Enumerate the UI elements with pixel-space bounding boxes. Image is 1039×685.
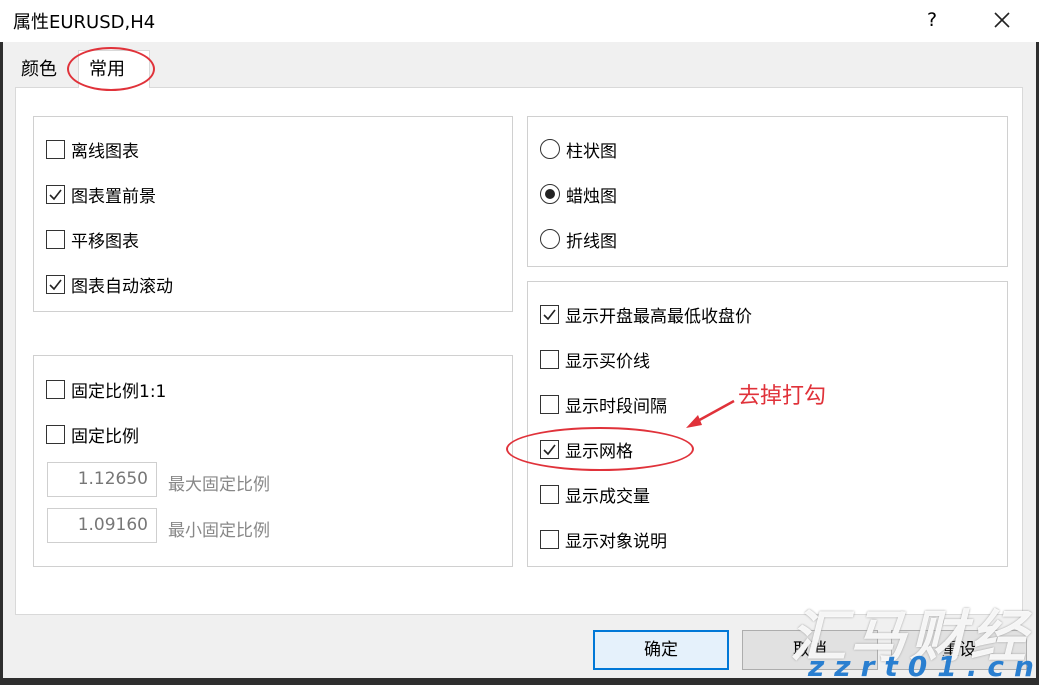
checkbox-box (46, 139, 65, 159)
display-options-group: 显示开盘最高最低收盘价 显示买价线 显示时段间隔 显示网格 显示成交量 显示对象… (527, 281, 1008, 567)
radio-selected-dot (545, 189, 555, 199)
checkbox-label: 固定比例 (71, 426, 139, 447)
radio-circle (540, 139, 560, 159)
window-title: 属性EURUSD,H4 (13, 12, 156, 33)
checkmark-icon (49, 189, 62, 200)
show-ohlc-checkbox[interactable]: 显示开盘最高最低收盘价 (540, 301, 752, 327)
checkbox-label: 显示买价线 (565, 351, 650, 372)
max-fixed-scale-label: 最大固定比例 (168, 475, 270, 495)
show-period-separators-checkbox[interactable]: 显示时段间隔 (540, 391, 667, 417)
chart-options-group: 离线图表 图表置前景 平移图表 图表自动滚动 (33, 116, 513, 312)
checkbox-box (46, 184, 65, 204)
checkbox-label: 固定比例1:1 (71, 381, 167, 402)
checkbox-box (540, 529, 559, 549)
show-volume-checkbox[interactable]: 显示成交量 (540, 481, 650, 507)
tab-color[interactable]: 颜色 (15, 54, 63, 86)
close-icon (994, 12, 1010, 28)
checkbox-label: 显示开盘最高最低收盘价 (565, 306, 752, 327)
annotation-arrow-icon (686, 399, 735, 428)
checkbox-label: 显示成交量 (565, 486, 650, 507)
scale-options-group: 固定比例1:1 固定比例 1.12650 最大固定比例 1.09160 最小固定… (33, 355, 513, 567)
min-fixed-scale-label: 最小固定比例 (168, 521, 270, 541)
checkmark-icon (543, 309, 556, 320)
checkbox-box (46, 379, 65, 399)
checkbox-box (46, 229, 65, 249)
checkbox-box (540, 484, 559, 504)
ok-button[interactable]: 确定 (593, 630, 729, 670)
candlestick-chart-radio[interactable]: 蜡烛图 (540, 181, 617, 207)
radio-label: 柱状图 (566, 141, 617, 162)
radio-circle (540, 184, 560, 204)
offline-chart-checkbox[interactable]: 离线图表 (46, 136, 139, 162)
tab-highlight-ellipse (67, 47, 155, 91)
bar-chart-radio[interactable]: 柱状图 (540, 136, 617, 162)
checkbox-label: 平移图表 (71, 231, 139, 252)
checkmark-icon (49, 279, 62, 290)
checkbox-box (540, 304, 559, 324)
help-button[interactable]: ? (917, 4, 947, 36)
checkbox-label: 图表置前景 (71, 186, 156, 207)
fixed-scale-checkbox[interactable]: 固定比例 (46, 421, 139, 447)
radio-label: 折线图 (566, 231, 617, 252)
checkbox-label: 图表自动滚动 (71, 276, 173, 297)
title-bar: 属性EURUSD,H4 ? (0, 0, 1039, 42)
radio-label: 蜡烛图 (566, 186, 617, 207)
checkbox-box (540, 349, 559, 369)
show-ask-line-checkbox[interactable]: 显示买价线 (540, 346, 650, 372)
max-fixed-scale-input[interactable]: 1.12650 (47, 462, 157, 497)
annotation-text: 去掉打勾 (738, 384, 827, 409)
show-grid-highlight-ellipse (506, 427, 694, 471)
checkbox-box (46, 424, 65, 444)
close-button[interactable] (986, 4, 1018, 36)
show-object-descriptions-checkbox[interactable]: 显示对象说明 (540, 526, 667, 552)
fixed-scale-1to1-checkbox[interactable]: 固定比例1:1 (46, 376, 166, 402)
checkbox-label: 显示时段间隔 (565, 396, 667, 417)
radio-circle (540, 229, 560, 249)
chart-foreground-checkbox[interactable]: 图表置前景 (46, 181, 156, 207)
checkbox-box (46, 274, 65, 294)
chart-autoscroll-checkbox[interactable]: 图表自动滚动 (46, 271, 173, 297)
chart-shift-checkbox[interactable]: 平移图表 (46, 226, 139, 252)
watermark-url: zzrt01.cn (808, 650, 1039, 683)
checkbox-label: 显示对象说明 (565, 531, 667, 552)
line-chart-radio[interactable]: 折线图 (540, 226, 617, 252)
min-fixed-scale-input[interactable]: 1.09160 (47, 508, 157, 543)
checkbox-box (540, 394, 559, 414)
background-chart-edge-left (0, 42, 3, 685)
checkbox-label: 离线图表 (71, 141, 139, 162)
chart-type-group: 柱状图 蜡烛图 折线图 (527, 116, 1008, 267)
